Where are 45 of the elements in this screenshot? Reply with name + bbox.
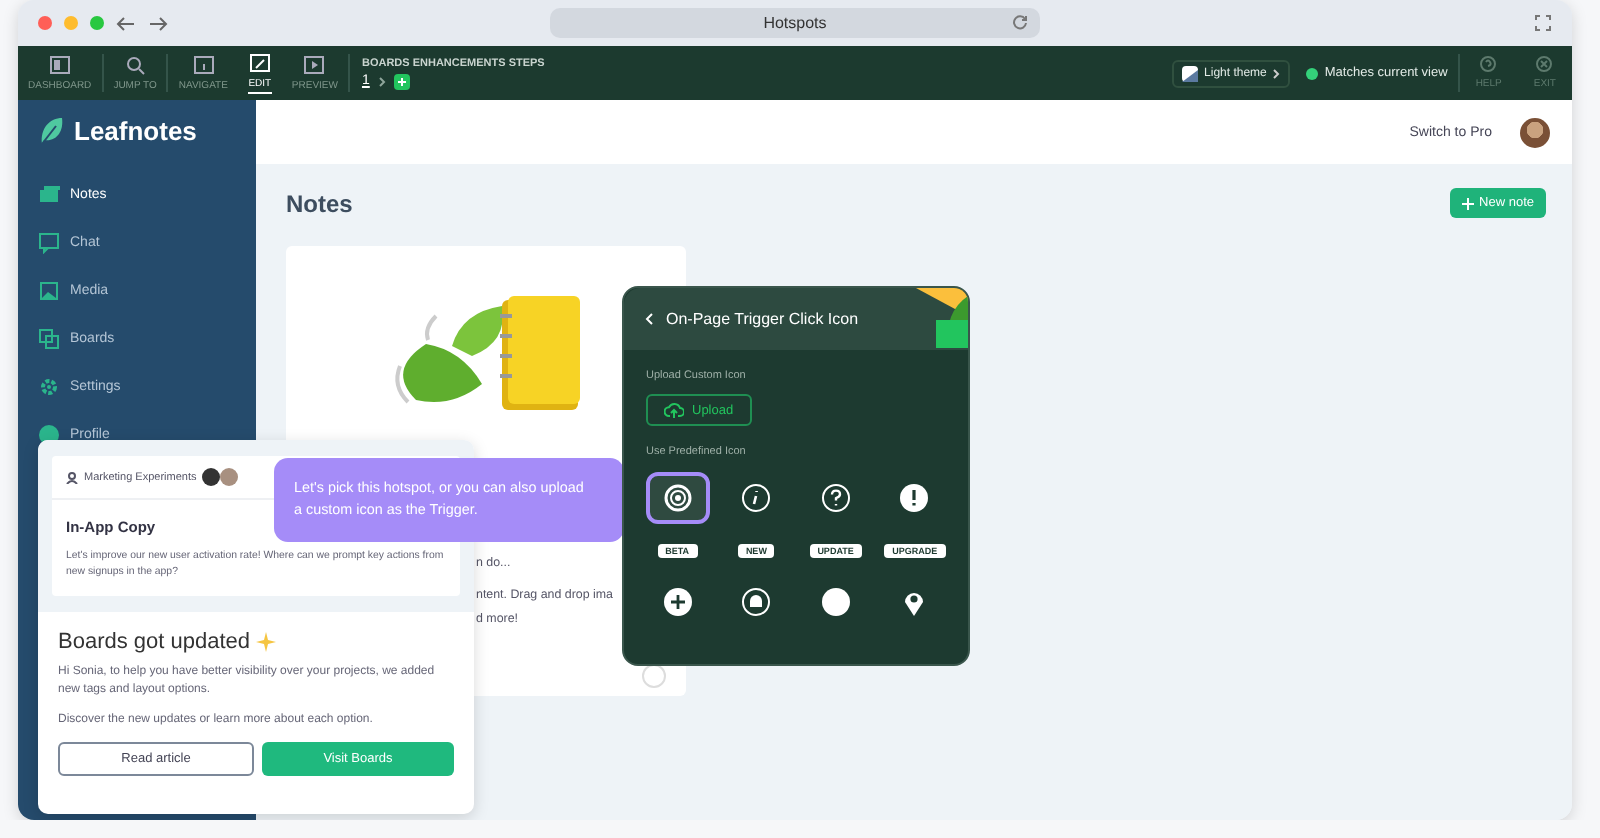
minimize-dot[interactable] — [64, 16, 78, 30]
alert-icon — [898, 482, 931, 514]
icon-option[interactable] — [645, 472, 710, 524]
close-dot[interactable] — [38, 16, 52, 30]
maximize-dot[interactable] — [90, 16, 104, 30]
app-logo: Leafnotes — [74, 116, 197, 146]
panel-title: On-Page Trigger Click Icon — [666, 310, 859, 328]
target-icon — [661, 482, 694, 514]
announcement-title: Boards got updated — [58, 630, 251, 655]
info-icon — [740, 482, 773, 514]
plus-icon — [1461, 197, 1474, 209]
boards-icon — [38, 327, 60, 349]
user-avatar[interactable] — [1520, 117, 1550, 147]
forward-arrow-icon[interactable] — [148, 15, 168, 31]
play-icon — [302, 54, 327, 76]
help-icon — [819, 482, 852, 514]
user-icon — [66, 471, 78, 483]
help-icon — [1480, 56, 1497, 72]
chat-icon — [38, 231, 60, 253]
status-dot — [1306, 67, 1319, 79]
fullscreen-icon[interactable] — [1534, 14, 1552, 32]
close-icon — [1536, 56, 1553, 72]
plus-icon — [661, 586, 694, 618]
back-icon[interactable] — [644, 312, 654, 326]
sparkle-icon — [256, 632, 277, 653]
page-title: Notes — [286, 189, 353, 217]
notes-icon — [38, 183, 60, 205]
chevron-right-icon — [1272, 67, 1281, 79]
cloud-upload-icon — [664, 402, 684, 418]
add-step-icon[interactable] — [393, 73, 410, 89]
chevron-right-icon — [377, 75, 386, 87]
theme-icon — [1182, 65, 1199, 81]
bell-icon — [740, 586, 773, 618]
media-icon — [38, 279, 60, 301]
dot-icon — [819, 586, 852, 618]
search-icon — [123, 54, 148, 76]
edit-icon — [247, 52, 272, 74]
dashboard-icon — [47, 54, 72, 76]
leaf-icon — [38, 116, 64, 146]
address-bar[interactable]: Hotspots — [550, 8, 1040, 38]
settings-icon — [38, 375, 60, 397]
back-arrow-icon[interactable] — [116, 15, 136, 31]
more-icon[interactable] — [642, 664, 666, 688]
navigate-icon — [191, 54, 216, 76]
reload-icon[interactable] — [1012, 14, 1028, 30]
